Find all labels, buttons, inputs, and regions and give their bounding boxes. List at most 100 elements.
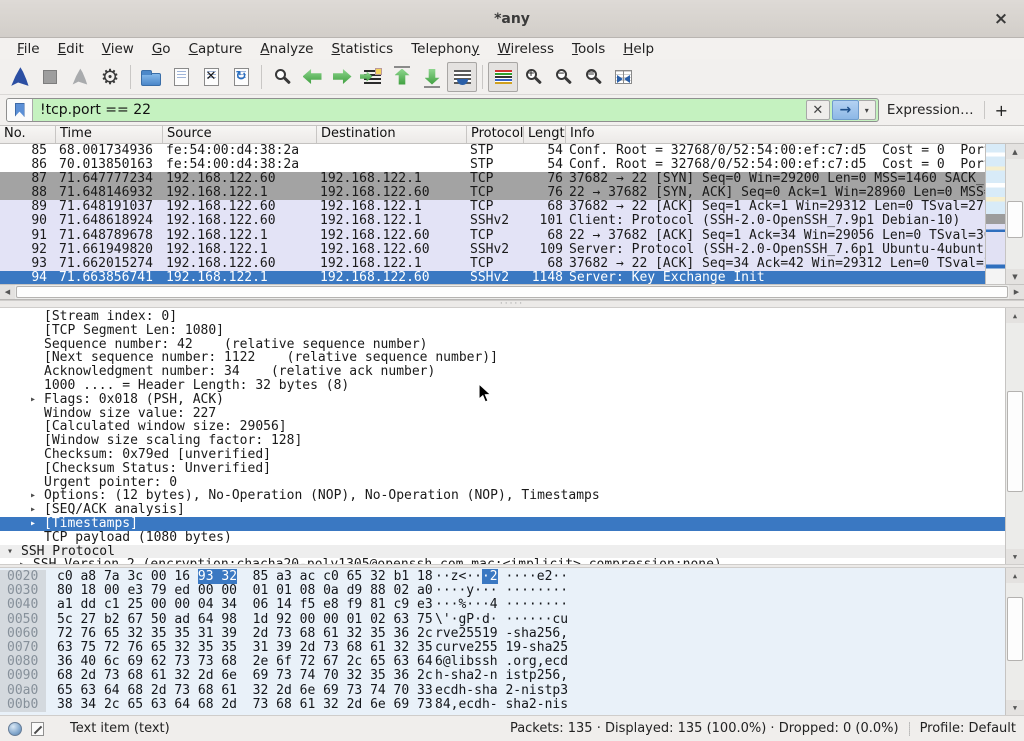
detail-line[interactable]: ▸SSH Version 2 (encryption:chacha20-poly… [0,558,1005,564]
detail-line[interactable]: [Checksum Status: Unverified] [0,462,1005,476]
menu-item[interactable]: Wireless [488,41,563,57]
detail-line[interactable]: ▸[SEQ/ACK analysis] [0,503,1005,517]
packet-list-horizontal-scrollbar[interactable]: ◀ ▶ [0,284,1024,299]
filter-history-dropdown[interactable]: ▾ [859,100,876,120]
expand-arrow-icon[interactable]: ▾ [7,545,21,559]
capture-comment-icon[interactable] [31,722,44,736]
detail-line[interactable]: TCP payload (1080 bytes) [0,531,1005,545]
detail-line[interactable]: ▾SSH Protocol [0,545,1005,559]
packet-row[interactable]: 85 68.001734936 fe:54:00:d4:38:2a STP 54… [0,144,985,158]
scrollbar-thumb[interactable] [1007,201,1023,238]
menu-item[interactable]: Analyze [251,41,322,57]
resize-columns-button[interactable] [608,62,638,92]
column-header[interactable]: Destination [317,126,467,143]
packet-row[interactable]: 94 71.663856741 192.168.122.1 192.168.12… [0,271,985,284]
expand-arrow-icon[interactable] [30,379,44,393]
column-header[interactable]: Time [56,126,163,143]
column-header[interactable]: Length [524,126,566,143]
detail-line[interactable]: Checksum: 0x79ed [unverified] [0,448,1005,462]
packet-row[interactable]: 93 71.662015274 192.168.122.60 192.168.1… [0,257,985,271]
restart-capture-button[interactable] [65,62,95,92]
expression-button[interactable]: Expression… [879,102,984,118]
scroll-down-arrow[interactable]: ▼ [1006,549,1024,564]
menu-item[interactable]: Help [614,41,663,57]
clear-filter-button[interactable]: ✕ [806,100,830,120]
column-header[interactable]: No. [0,126,56,143]
packet-row[interactable]: 89 71.648191037 192.168.122.60 192.168.1… [0,200,985,214]
packet-row[interactable]: 88 71.648146932 192.168.122.1 192.168.12… [0,186,985,200]
hex-row[interactable]: 003080 18 00 e3 79 ed 00 00 01 01 08 0a … [0,584,1024,598]
expand-arrow-icon[interactable] [30,434,44,448]
capture-options-button[interactable]: ⚙ [95,62,125,92]
scrollbar-thumb[interactable] [16,286,1008,298]
packet-list-vertical-scrollbar[interactable]: ▲ ▼ [1005,144,1024,284]
zoom-in-button[interactable]: + [518,62,548,92]
profile-status[interactable]: Profile: Default [920,721,1016,736]
menu-item[interactable]: Tools [563,41,614,57]
hex-row[interactable]: 006072 76 65 32 35 35 31 39 2d 73 68 61 … [0,627,1024,641]
expert-info-icon[interactable] [8,722,22,736]
scroll-up-arrow[interactable]: ▲ [1006,308,1024,323]
zoom-reset-button[interactable]: = [578,62,608,92]
go-to-packet-button[interactable] [357,62,387,92]
scroll-right-arrow[interactable]: ▶ [1009,285,1024,299]
detail-line[interactable]: [Next sequence number: 1122 (relative se… [0,351,1005,365]
expand-arrow-icon[interactable] [30,351,44,365]
scrollbar-thumb[interactable] [1007,597,1023,661]
bytes-vertical-scrollbar[interactable]: ▲ ▼ [1005,568,1024,715]
expand-arrow-icon[interactable] [30,338,44,352]
expand-arrow-icon[interactable] [30,310,44,324]
expand-arrow-icon[interactable]: ▸ [30,393,44,407]
scroll-down-arrow[interactable]: ▼ [1006,700,1024,715]
column-header[interactable]: Info [566,126,1024,143]
menu-item[interactable]: Go [143,41,180,57]
packet-row[interactable]: 91 71.648789678 192.168.122.1 192.168.12… [0,229,985,243]
packet-row[interactable]: 86 70.013850163 fe:54:00:d4:38:2a STP 54… [0,158,985,172]
hex-row[interactable]: 0040a1 dd c1 25 00 00 04 34 06 14 f5 e8 … [0,598,1024,612]
details-vertical-scrollbar[interactable]: ▲ ▼ [1005,308,1024,564]
scroll-up-arrow[interactable]: ▲ [1006,144,1024,159]
hex-row[interactable]: 009068 2d 73 68 61 32 2d 6e 69 73 74 70 … [0,669,1024,683]
scroll-down-arrow[interactable]: ▼ [1006,269,1024,284]
apply-filter-button[interactable]: → [832,100,859,120]
packet-row[interactable]: 92 71.661949820 192.168.122.1 192.168.12… [0,243,985,257]
detail-line[interactable]: ▸Flags: 0x018 (PSH, ACK) [0,393,1005,407]
intelligent-scrollbar-minimap[interactable] [985,144,1005,284]
detail-line[interactable]: Sequence number: 42 (relative sequence n… [0,338,1005,352]
expand-arrow-icon[interactable] [30,365,44,379]
column-header[interactable]: Source [163,126,317,143]
detail-line[interactable]: Urgent pointer: 0 [0,476,1005,490]
hex-row[interactable]: 008036 40 6c 69 62 73 73 68 2e 6f 72 67 … [0,655,1024,669]
display-filter-input[interactable] [33,102,806,118]
close-file-button[interactable] [196,62,226,92]
colorize-packets-button[interactable] [488,62,518,92]
hex-row[interactable]: 00505c 27 b2 67 50 ad 64 98 1d 92 00 00 … [0,613,1024,627]
auto-scroll-button[interactable] [447,62,477,92]
packet-row[interactable]: 87 71.647777234 192.168.122.60 192.168.1… [0,172,985,186]
detail-line[interactable]: [Window size scaling factor: 128] [0,434,1005,448]
expand-arrow-icon[interactable] [30,462,44,476]
detail-line[interactable]: 1000 .... = Header Length: 32 bytes (8) [0,379,1005,393]
detail-line[interactable]: [Calculated window size: 29056] [0,420,1005,434]
expand-arrow-icon[interactable] [30,420,44,434]
expand-arrow-icon[interactable] [30,407,44,421]
expand-arrow-icon[interactable] [30,531,44,545]
zoom-out-button[interactable]: − [548,62,578,92]
hex-row[interactable]: 00a065 63 64 68 2d 73 68 61 32 2d 6e 69 … [0,684,1024,698]
menu-item[interactable]: View [93,41,143,57]
hex-row[interactable]: 0020c0 a8 7a 3c 00 16 93 32 85 a3 ac c0 … [0,570,1024,584]
expand-arrow-icon[interactable] [30,476,44,490]
expand-arrow-icon[interactable]: ▸ [30,517,44,531]
expand-arrow-icon[interactable]: ▸ [19,558,33,564]
detail-line[interactable]: ▸Options: (12 bytes), No-Operation (NOP)… [0,489,1005,503]
hex-row[interactable]: 00b038 34 2c 65 63 64 68 2d 73 68 61 32 … [0,698,1024,712]
go-first-packet-button[interactable] [387,62,417,92]
close-window-button[interactable]: × [990,8,1012,30]
menu-item[interactable]: Statistics [322,41,402,57]
detail-line[interactable]: ▸[Timestamps] [0,517,1005,531]
pane-splitter[interactable]: ····· [0,300,1024,308]
menu-item[interactable]: File [8,41,49,57]
scrollbar-thumb[interactable] [1007,391,1023,493]
detail-line[interactable]: [TCP Segment Len: 1080] [0,324,1005,338]
scroll-up-arrow[interactable]: ▲ [1006,568,1024,583]
